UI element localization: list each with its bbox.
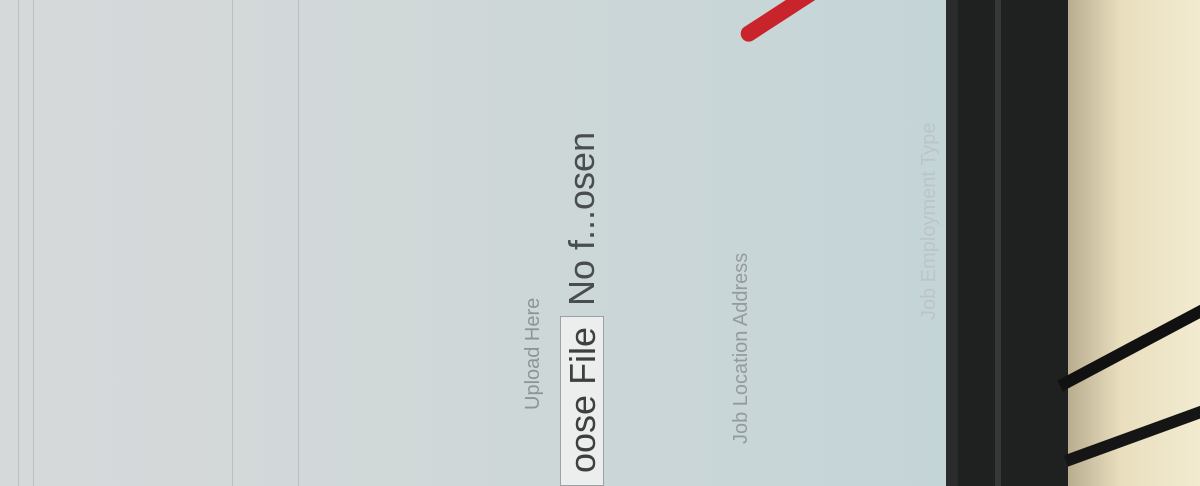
upload-label: Upload Here [522, 297, 544, 410]
choose-file-button[interactable]: oose File [560, 316, 604, 486]
file-upload-control[interactable]: oose File No f...osen [560, 132, 604, 486]
red-pen [737, 0, 847, 45]
job-location-label: Job Location Address [730, 252, 752, 444]
monitor-bezel [958, 0, 1068, 486]
divider-line [232, 0, 233, 486]
divider-line [298, 0, 299, 486]
file-status-text: No f...osen [561, 131, 602, 306]
bezel-edge [995, 0, 1001, 486]
job-employment-label: Job Employment Type [918, 122, 940, 320]
divider-line [33, 0, 34, 486]
monitor-screen: Upload Here oose File No f...osen Job Lo… [0, 0, 958, 486]
divider-line [18, 0, 19, 486]
